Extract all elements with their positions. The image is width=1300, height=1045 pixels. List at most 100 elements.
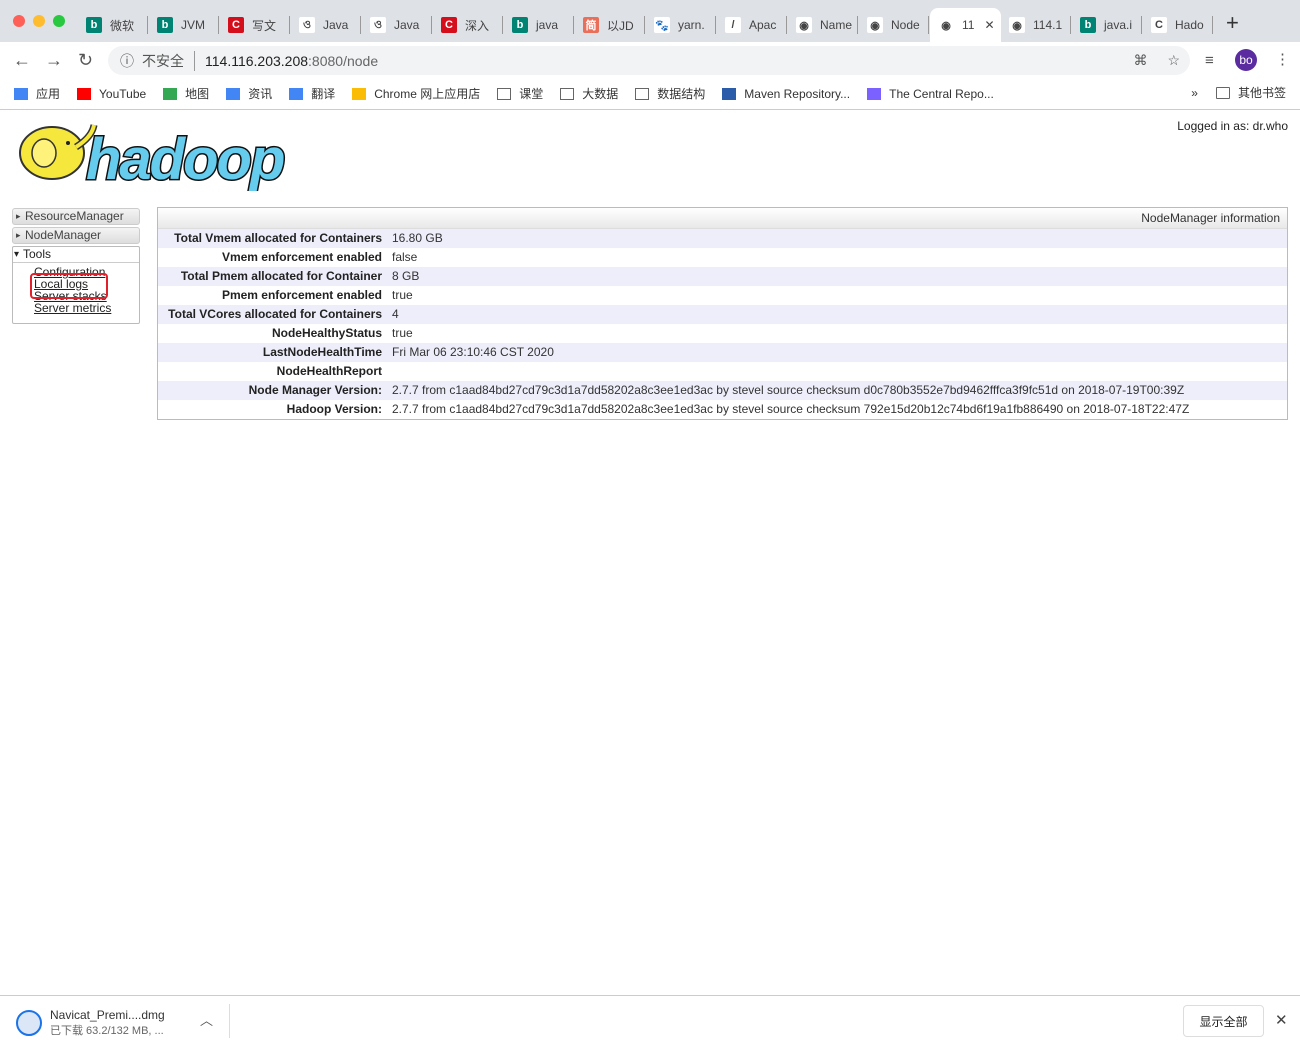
url-input[interactable]: ⓘ 不安全 114.116.203.208:8080/node ⌘ ☆ xyxy=(108,46,1190,75)
row-label: Hadoop Version: xyxy=(286,402,382,416)
row-value: false xyxy=(392,250,418,264)
tab-label: Name xyxy=(820,18,853,32)
reload-icon[interactable]: ↻ xyxy=(78,50,93,71)
tab-label: 微软 xyxy=(110,18,135,33)
tab-3[interactable]: ও Java xyxy=(291,8,362,42)
close-icon[interactable]: ✕ xyxy=(1275,1011,1288,1029)
csdn-icon: C xyxy=(228,17,244,33)
tab-2[interactable]: C 写文 xyxy=(220,8,291,42)
menu-icon[interactable]: ⋮ xyxy=(1275,50,1290,68)
table-row: NodeHealthReport xyxy=(158,362,1287,381)
table-row: LastNodeHealthTime Fri Mar 06 23:10:46 CS… xyxy=(158,343,1287,362)
tab-label: java.i xyxy=(1104,18,1133,32)
maps-icon xyxy=(163,87,178,100)
hexagon-icon xyxy=(867,87,882,100)
bookmark-label: Maven Repository... xyxy=(744,86,851,101)
bookmark-9[interactable]: Maven Repository... xyxy=(722,87,850,101)
sidebar-nodemanager[interactable]: NodeManager xyxy=(12,227,140,244)
tab-15[interactable]: C Hado xyxy=(1143,8,1214,42)
table-row: Total Vmem allocated for Containers 16.80… xyxy=(158,229,1287,248)
tab-5[interactable]: C 深入 xyxy=(433,8,504,42)
tab-label: yarn. xyxy=(678,18,705,32)
news-icon xyxy=(226,87,241,100)
new-tab-button[interactable]: + xyxy=(1226,10,1239,36)
bing-icon: b xyxy=(86,17,102,33)
tab-12[interactable]: ◉ 11 ✕ xyxy=(930,8,1001,42)
bookmark-4[interactable]: 翻译 xyxy=(289,85,335,102)
sidebar-tools: Tools Configuration Local logs Server st… xyxy=(12,246,140,324)
bookmark-2[interactable]: 地图 xyxy=(163,85,209,102)
webstore-icon xyxy=(352,87,367,100)
tab-11[interactable]: ◉ Node xyxy=(859,8,930,42)
media-icon[interactable]: ≡ xyxy=(1205,52,1214,69)
bing-icon: b xyxy=(157,17,173,33)
row-value: 2.7.7 from c1aad84bd27cd79c3d1a7dd58202a… xyxy=(392,402,1190,416)
insecure-label: 不安全 xyxy=(142,50,195,71)
table-row: Pmem enforcement enabled true xyxy=(158,286,1287,305)
tab-1[interactable]: b JVM xyxy=(149,8,220,42)
url-host: 114.116.203.208 xyxy=(205,52,309,69)
bing-icon: b xyxy=(512,17,528,33)
bookmark-label: 数据结构 xyxy=(657,87,706,101)
youtube-icon xyxy=(77,87,92,100)
bookmark-label: 翻译 xyxy=(311,87,336,101)
row-label: Total VCores allocated for Containers xyxy=(168,307,382,321)
folder-icon xyxy=(1215,86,1230,99)
zoom-window-button[interactable] xyxy=(53,15,65,27)
tab-label: Hado xyxy=(1175,18,1204,32)
bookmark-5[interactable]: Chrome 网上应用店 xyxy=(352,85,480,102)
star-icon[interactable]: ☆ xyxy=(1167,52,1180,69)
url-path: :8080/node xyxy=(308,52,379,69)
tab-label: Apac xyxy=(749,18,777,32)
tab-label: 11 xyxy=(962,18,975,32)
tab-13[interactable]: ◉ 114.1 xyxy=(1001,8,1072,42)
tab-14[interactable]: b java.i xyxy=(1072,8,1143,42)
folder-icon xyxy=(560,87,575,100)
bookmark-label: The Central Repo... xyxy=(889,86,994,101)
row-label: Vmem enforcement enabled xyxy=(221,250,382,264)
tab-0[interactable]: b 微软 xyxy=(78,8,149,42)
tabs: b 微软 b JVM C 写文 ও Java ও Java C 深入 b java 简以JD 🐾 yarn. / A… xyxy=(78,8,1214,42)
info-icon[interactable]: ⓘ xyxy=(120,51,134,71)
tab-9[interactable]: / Apac xyxy=(717,8,788,42)
bookmark-0[interactable]: 应用 xyxy=(14,85,60,102)
bookmark-1[interactable]: YouTube xyxy=(77,87,146,101)
close-tab-icon[interactable]: ✕ xyxy=(984,18,994,32)
bookmark-7[interactable]: 大数据 xyxy=(560,85,618,102)
show-all-button[interactable]: 显示全部 xyxy=(1183,1005,1264,1037)
chevron-up-icon[interactable]: ︿ xyxy=(200,1010,213,1029)
csdn-icon: C xyxy=(441,17,457,33)
tab-4[interactable]: ও Java xyxy=(362,8,433,42)
hadoop-logo[interactable]: hadoop xyxy=(14,117,310,191)
tab-8[interactable]: 🐾 yarn. xyxy=(646,8,717,42)
tab-label: 以JD xyxy=(607,18,634,33)
baidu-icon: 🐾 xyxy=(654,17,670,33)
sidebar-resourcemanager[interactable]: ResourceManager xyxy=(12,208,140,225)
forward-icon[interactable]: → xyxy=(45,50,63,71)
bookmark-8[interactable]: 数据结构 xyxy=(635,85,705,102)
row-value: true xyxy=(392,326,413,340)
bookmark-6[interactable]: 课堂 xyxy=(497,85,543,102)
row-value: 16.80 GB xyxy=(392,231,443,245)
close-window-button[interactable] xyxy=(13,15,25,27)
download-item[interactable]: Navicat_Premi....dmg 已下载 63.2/132 MB, ... xyxy=(16,1008,165,1038)
bookmark-10[interactable]: The Central Repo... xyxy=(867,87,994,101)
tab-7[interactable]: 简以JD xyxy=(575,8,646,42)
back-icon[interactable]: ← xyxy=(13,50,31,71)
tab-6[interactable]: b java xyxy=(504,8,575,42)
row-value: 2.7.7 from c1aad84bd27cd79c3d1a7dd58202a… xyxy=(392,383,1185,397)
other-bookmarks[interactable]: 其他书签 xyxy=(1215,84,1286,101)
more-bookmarks-button[interactable]: » xyxy=(1191,86,1198,100)
row-label: LastNodeHealthTime xyxy=(262,345,382,359)
bookmark-3[interactable]: 资讯 xyxy=(226,85,272,102)
tab-10[interactable]: ◉ Name xyxy=(788,8,859,42)
tools-header[interactable]: Tools xyxy=(13,247,139,263)
row-label: Pmem enforcement enabled xyxy=(221,288,382,302)
minimize-window-button[interactable] xyxy=(33,15,45,27)
link-server-metrics[interactable]: Server metrics xyxy=(13,302,139,314)
table-title: NodeManager information xyxy=(158,208,1287,229)
window-controls xyxy=(13,15,65,27)
avatar[interactable]: bo xyxy=(1235,49,1257,71)
yuque-icon: ও xyxy=(299,17,315,33)
translate-icon[interactable]: ⌘ xyxy=(1133,52,1147,69)
